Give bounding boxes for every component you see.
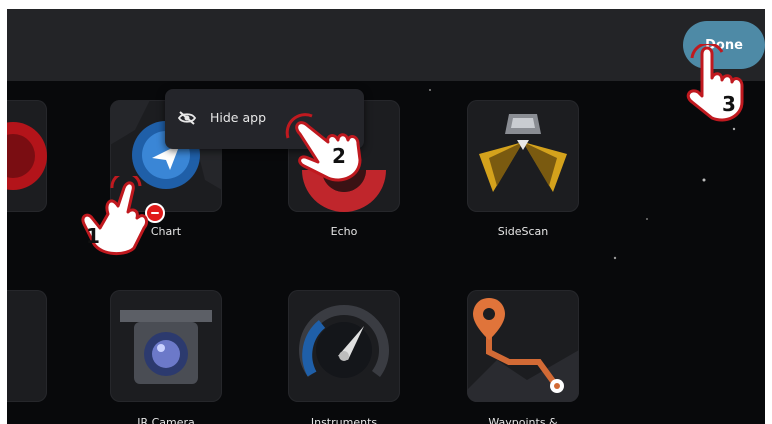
eye-off-icon: [178, 111, 196, 125]
sidescan-boat-icon: [479, 114, 567, 192]
app-label-ir-camera: IR Camera: [137, 416, 195, 424]
app-label-echo: Echo: [330, 225, 358, 238]
app-tile-sidescan[interactable]: [467, 100, 579, 212]
app-tile-partial[interactable]: [7, 290, 47, 402]
ir-camera-icon: [120, 310, 212, 384]
step-number-1: 1: [86, 224, 100, 248]
app-label-sidescan: SideScan: [497, 225, 549, 238]
app-tile-instruments[interactable]: [288, 290, 400, 402]
edit-toolbar: Done: [7, 9, 765, 81]
red-dial-icon: [7, 122, 47, 190]
app-tile-ir-camera[interactable]: [110, 290, 222, 402]
app-label-waypoints: Waypoints &: [488, 416, 558, 424]
hand-pointer-icon-step-3: [686, 44, 744, 122]
hand-pointer-icon-step-2: [285, 113, 362, 182]
step-number-3: 3: [722, 92, 736, 116]
gauge-icon: [299, 305, 389, 378]
waypoint-route-icon: [467, 298, 579, 402]
app-label-instruments: Instruments: [310, 416, 378, 424]
app-tile-partial[interactable]: [7, 100, 47, 212]
step-number-2: 2: [332, 144, 346, 168]
hide-app-menu-item[interactable]: Hide app: [210, 110, 266, 125]
app-tile-waypoints[interactable]: [467, 290, 579, 402]
